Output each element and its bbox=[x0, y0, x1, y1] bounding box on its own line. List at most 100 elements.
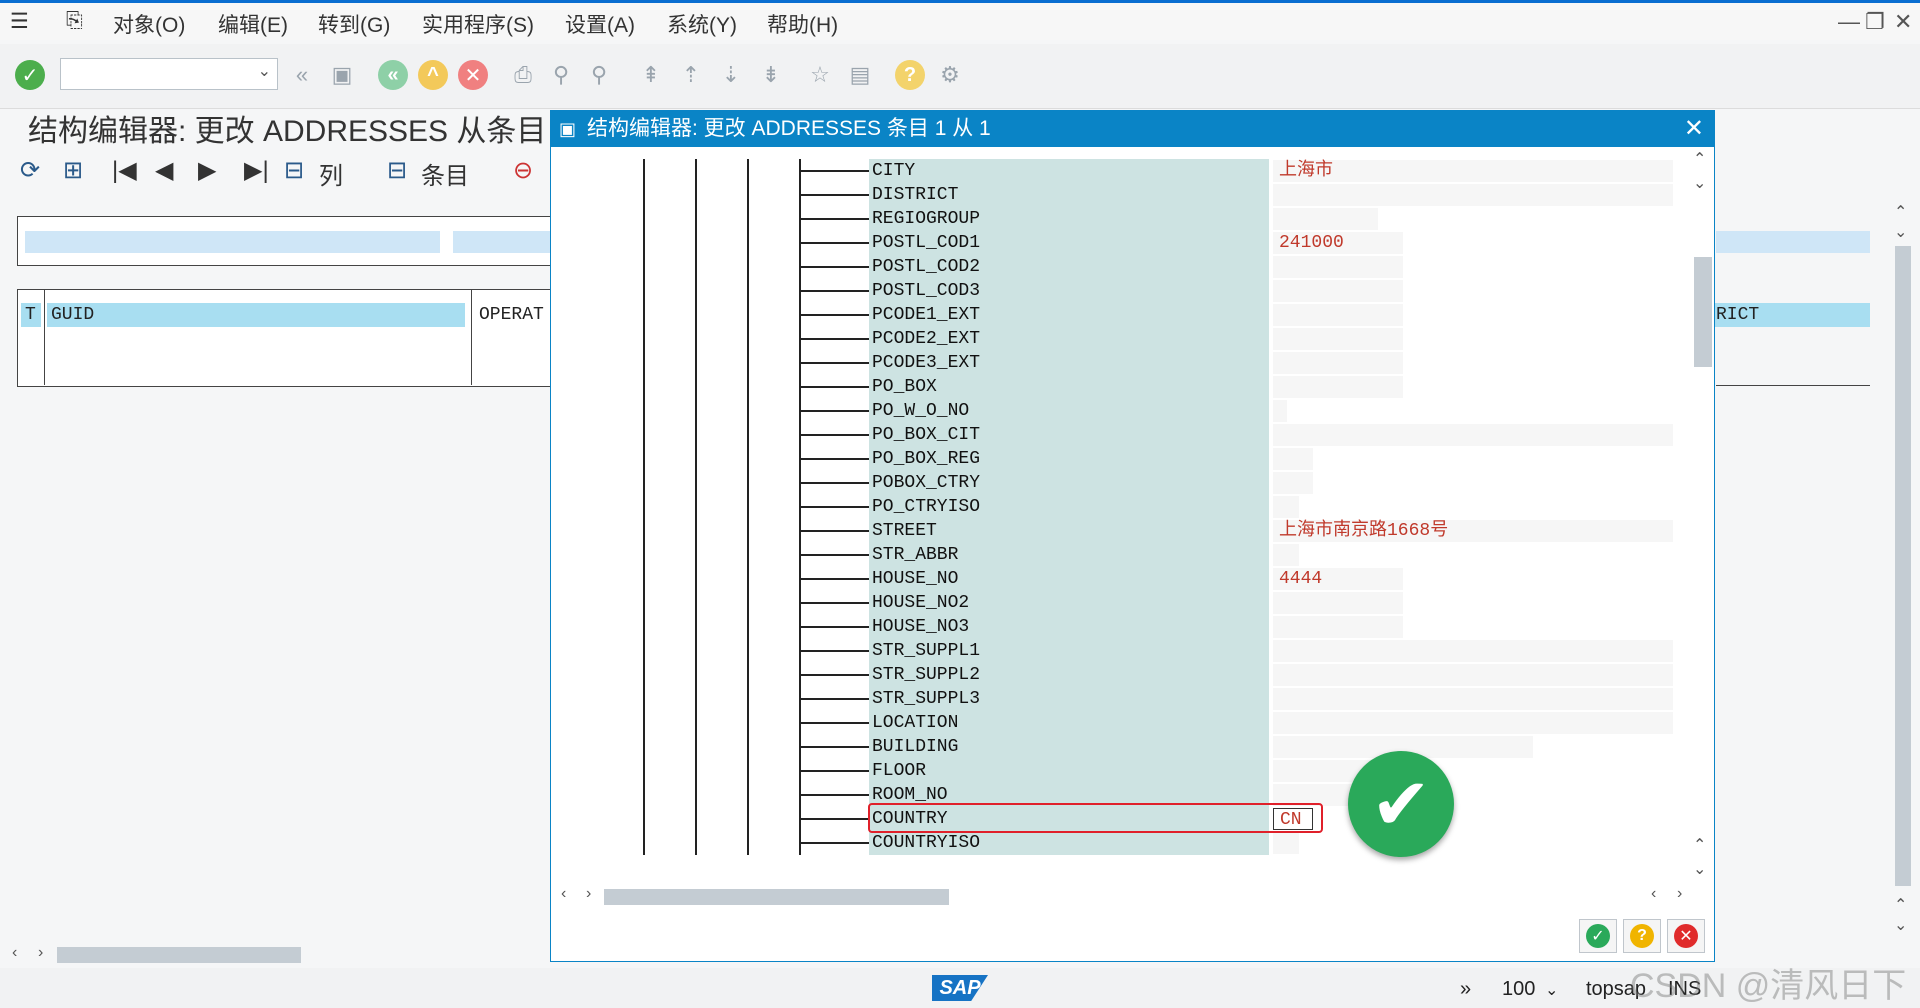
dialog-scroll-down-icon[interactable]: ⌄ bbox=[1693, 173, 1706, 193]
field-value-pobox_ctry[interactable] bbox=[1273, 472, 1313, 494]
dialog-scroll-right-icon[interactable]: › bbox=[586, 885, 591, 903]
zoom-dropdown-icon[interactable]: ⌄ bbox=[1545, 980, 1558, 1000]
columns-icon[interactable]: ⊟ bbox=[284, 156, 304, 185]
dialog-vertical-scrollbar[interactable] bbox=[1694, 257, 1712, 367]
close-icon[interactable]: ✕ bbox=[1684, 111, 1704, 147]
field-value-countryiso[interactable] bbox=[1273, 832, 1299, 854]
menu-system[interactable]: 系统(Y) bbox=[667, 9, 737, 39]
find-next-icon[interactable]: ⚲ bbox=[584, 60, 614, 90]
tree-branch bbox=[799, 362, 869, 364]
dialog-scroll-up-icon[interactable]: ⌃ bbox=[1693, 835, 1706, 855]
field-value-district[interactable] bbox=[1273, 184, 1673, 206]
header-field-2[interactable] bbox=[453, 231, 553, 253]
next-entry-icon[interactable]: ▶ bbox=[198, 156, 216, 185]
field-value-regiogroup[interactable] bbox=[1273, 208, 1378, 230]
find-icon[interactable]: ⚲ bbox=[546, 60, 576, 90]
field-value-po_box[interactable] bbox=[1273, 376, 1403, 398]
help-button[interactable]: ? bbox=[1623, 919, 1661, 953]
first-entry-icon[interactable]: |◀ bbox=[112, 156, 137, 185]
command-field[interactable]: ⌄ bbox=[60, 58, 278, 90]
dialog-scroll-left-icon[interactable]: ‹ bbox=[1651, 885, 1656, 903]
rewind-icon[interactable]: « bbox=[287, 60, 317, 90]
field-name-postl_cod1: POSTL_COD1 bbox=[869, 231, 1269, 255]
menu-goto[interactable]: 转到(G) bbox=[318, 9, 390, 39]
last-entry-icon[interactable]: ▶| bbox=[244, 156, 269, 185]
tree-branch bbox=[799, 170, 869, 172]
delete-entry-icon[interactable]: ⊖ bbox=[513, 156, 533, 185]
refresh-icon[interactable]: ⟳ bbox=[20, 156, 40, 185]
zoom-value[interactable]: 100 bbox=[1502, 978, 1535, 1001]
tree-branch bbox=[799, 290, 869, 292]
field-value-str_abbr[interactable] bbox=[1273, 544, 1299, 566]
entries-button[interactable]: 条目 bbox=[421, 156, 469, 191]
dialog-scroll-up-icon[interactable]: ⌃ bbox=[1693, 149, 1706, 169]
field-value-pcode3_ext[interactable] bbox=[1273, 352, 1403, 374]
status-expand-icon[interactable]: » bbox=[1460, 978, 1471, 1001]
entries-icon[interactable]: ⊟ bbox=[387, 156, 407, 185]
scroll-down-icon[interactable]: ⌄ bbox=[1894, 222, 1907, 242]
field-value-house_no[interactable]: 4444 bbox=[1273, 568, 1403, 590]
exit-icon[interactable]: ^ bbox=[418, 60, 448, 90]
field-value-str_suppl2[interactable] bbox=[1273, 664, 1673, 686]
field-value-pcode1_ext[interactable] bbox=[1273, 304, 1403, 326]
scroll-down-icon[interactable]: ⌄ bbox=[1894, 915, 1907, 935]
main-vertical-scrollbar[interactable] bbox=[1895, 246, 1911, 886]
field-value-str_suppl1[interactable] bbox=[1273, 640, 1673, 662]
hierarchy-icon[interactable]: ⊞ bbox=[63, 156, 83, 185]
close-window-icon[interactable]: ✕ bbox=[1894, 9, 1912, 35]
scroll-up-icon[interactable]: ⌃ bbox=[1894, 895, 1907, 915]
columns-button[interactable]: 列 bbox=[319, 156, 343, 191]
main-horizontal-scrollbar[interactable] bbox=[57, 947, 301, 963]
field-value-pcode2_ext[interactable] bbox=[1273, 328, 1403, 350]
field-value-house_no3[interactable] bbox=[1273, 616, 1403, 638]
back-icon[interactable]: « bbox=[378, 60, 408, 90]
confirm-button[interactable]: ✓ bbox=[1579, 919, 1617, 953]
field-value-po_ctryiso[interactable] bbox=[1273, 496, 1299, 518]
dialog-scroll-down-icon[interactable]: ⌄ bbox=[1693, 859, 1706, 879]
field-value-postl_cod2[interactable] bbox=[1273, 256, 1403, 278]
field-value-po_box_reg[interactable] bbox=[1273, 448, 1313, 470]
last-page-icon[interactable]: ⇟ bbox=[756, 60, 786, 90]
tree-branch bbox=[799, 602, 869, 604]
save-icon[interactable]: ▣ bbox=[327, 60, 357, 90]
field-value-postl_cod3[interactable] bbox=[1273, 280, 1403, 302]
field-value-street[interactable]: 上海市南京路1668号 bbox=[1273, 520, 1673, 542]
cancel-button[interactable]: ✕ bbox=[1667, 919, 1705, 953]
field-value-house_no2[interactable] bbox=[1273, 592, 1403, 614]
field-value-location[interactable] bbox=[1273, 712, 1673, 734]
help-icon[interactable]: ? bbox=[895, 60, 925, 90]
field-value-po_box_cit[interactable] bbox=[1273, 424, 1673, 446]
customize-icon[interactable]: ⎘ bbox=[66, 9, 83, 33]
menu-settings[interactable]: 设置(A) bbox=[565, 9, 635, 39]
menu-help[interactable]: 帮助(H) bbox=[767, 9, 838, 39]
header-field-3[interactable] bbox=[1716, 231, 1870, 253]
field-value-str_suppl3[interactable] bbox=[1273, 688, 1673, 710]
field-value-po_w_o_no[interactable] bbox=[1273, 400, 1287, 422]
header-field-1[interactable] bbox=[25, 231, 440, 253]
cancel-icon[interactable]: ✕ bbox=[458, 60, 488, 90]
field-value-postl_cod1[interactable]: 241000 bbox=[1273, 232, 1403, 254]
restore-icon[interactable]: ❐ bbox=[1865, 9, 1885, 35]
next-page-icon[interactable]: ⇣ bbox=[716, 60, 746, 90]
dialog-scroll-right-icon[interactable]: › bbox=[1677, 885, 1682, 903]
shortcut-icon[interactable]: ▤ bbox=[845, 60, 875, 90]
menu-utilities[interactable]: 实用程序(S) bbox=[422, 9, 534, 39]
field-value-city[interactable]: 上海市 bbox=[1273, 160, 1673, 182]
chevron-down-icon[interactable]: ⌄ bbox=[258, 61, 271, 81]
menu-icon[interactable]: ☰ bbox=[10, 9, 29, 34]
previous-page-icon[interactable]: ⇡ bbox=[676, 60, 706, 90]
scroll-up-icon[interactable]: ⌃ bbox=[1894, 202, 1907, 222]
first-page-icon[interactable]: ⇞ bbox=[636, 60, 666, 90]
menu-edit[interactable]: 编辑(E) bbox=[218, 9, 288, 39]
enter-icon[interactable]: ✓ bbox=[15, 60, 45, 90]
scroll-left-icon[interactable]: ‹ bbox=[12, 944, 17, 962]
settings-gear-icon[interactable]: ⚙ bbox=[935, 60, 965, 90]
print-icon[interactable]: ⎙ bbox=[508, 60, 538, 90]
dialog-horizontal-scrollbar[interactable] bbox=[604, 889, 949, 905]
create-session-icon[interactable]: ☆ bbox=[805, 60, 835, 90]
minimize-icon[interactable]: — bbox=[1838, 9, 1860, 35]
scroll-right-icon[interactable]: › bbox=[38, 944, 43, 962]
menu-object[interactable]: 对象(O) bbox=[113, 9, 185, 39]
dialog-scroll-left-icon[interactable]: ‹ bbox=[561, 885, 566, 903]
previous-entry-icon[interactable]: ◀ bbox=[155, 156, 173, 185]
